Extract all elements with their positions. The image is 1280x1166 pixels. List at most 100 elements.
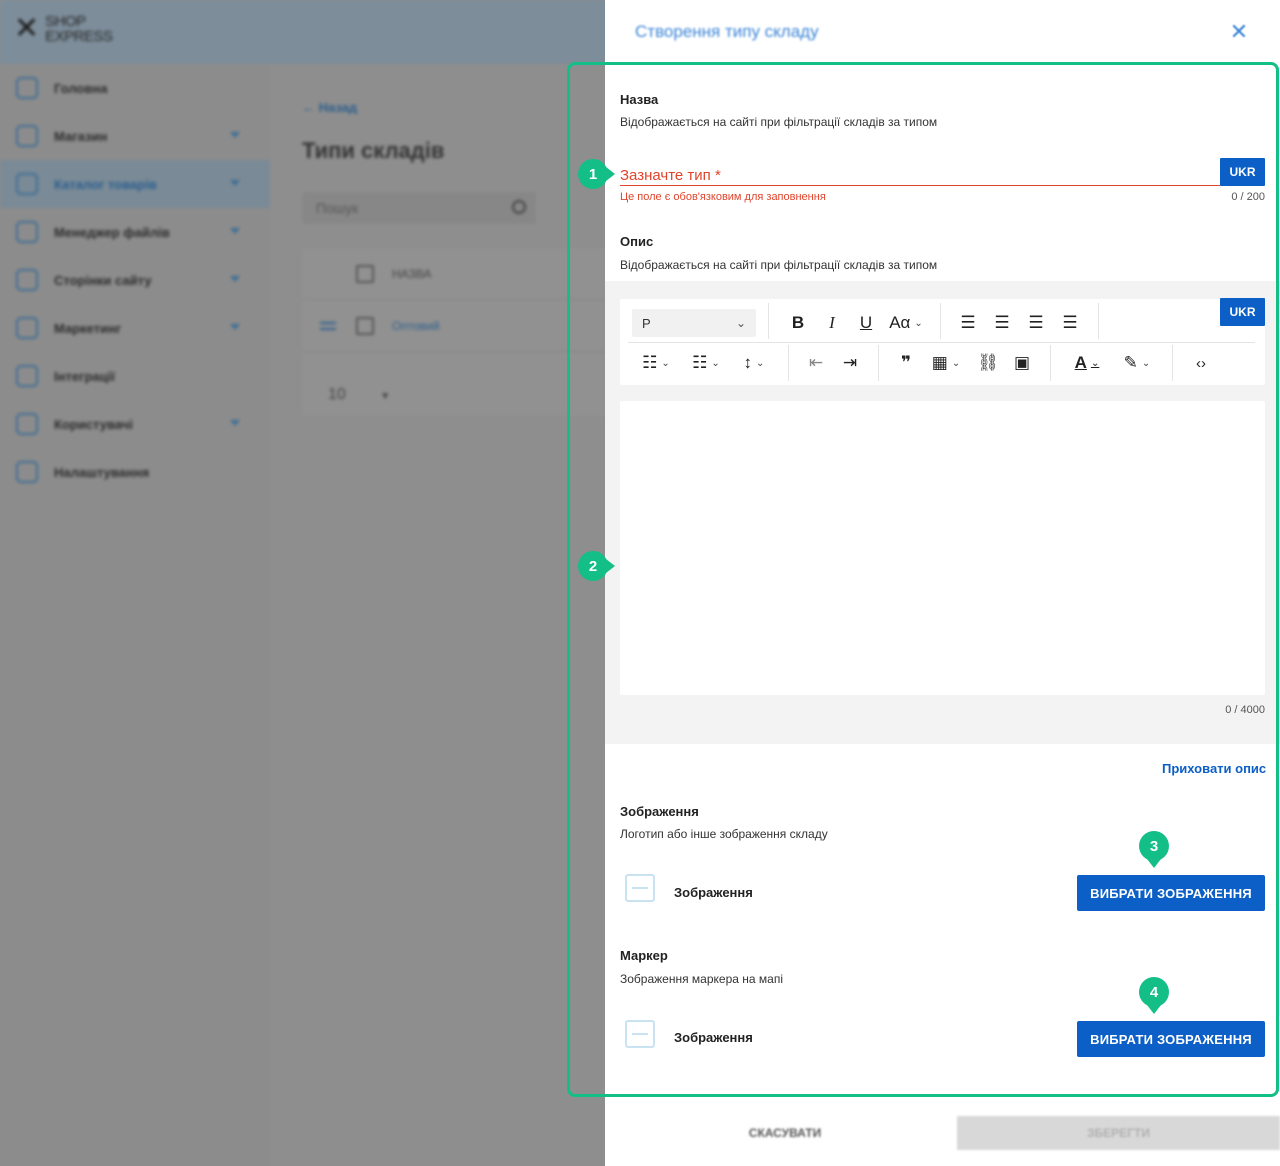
annotation-marker-4: 4 [1139,977,1169,1014]
chevron-down-icon: ⌄ [914,317,923,329]
bold-button[interactable]: B [786,309,810,337]
align-center-button[interactable]: ☰ [990,309,1014,337]
align-justify-icon: ☰ [1062,313,1078,332]
description-hint: Відображається на сайті при фільтрації с… [620,258,938,272]
image-label: Зображення [620,804,699,819]
sidebar-item-files[interactable]: Менеджер файлів [0,208,270,256]
underline-button[interactable]: U [854,309,878,337]
sidebar-item-users[interactable]: Користувачі [0,400,270,448]
sidebar-item-catalog[interactable]: Каталог товарів [0,160,270,208]
chevron-down-icon: ▼ [380,391,391,402]
italic-icon: I [829,313,835,332]
line-height-button[interactable]: ↕ ⌄ [734,349,774,377]
text-case-button[interactable]: Aα ⌄ [886,309,926,337]
drag-handle-icon[interactable] [320,321,336,330]
link-button[interactable]: ⛓ [976,349,1000,377]
align-right-icon: ☰ [1028,313,1044,332]
underline-icon: U [859,313,873,332]
description-label: Опис [620,234,654,249]
name-language-button[interactable]: UKR [1220,158,1265,186]
book-icon [16,173,38,195]
sidebar-item-store[interactable]: Магазин [0,112,270,160]
cancel-button[interactable]: СКАСУВАТИ [705,1116,865,1150]
marker-preview-label: Зображення [674,1030,753,1045]
logo: ✕ SHOP EXPRESS [14,14,113,45]
description-language-button[interactable]: UKR [1220,298,1265,326]
chevron-down-icon: ⌄ [661,357,670,369]
paragraph-style-select[interactable]: P ⌄ [632,309,756,337]
image-hint: Логотип або інше зображення складу [620,827,828,841]
select-all-checkbox[interactable] [356,264,374,283]
chevron-down-icon: ⌄ [951,357,961,369]
image-placeholder-icon [625,874,655,902]
font-color-button[interactable]: A ⌄ [1066,349,1108,377]
page-title: Типи складів [302,138,445,163]
cart-icon [16,125,38,147]
align-justify-button[interactable]: ☰ [1058,309,1082,337]
sidebar-item-integrations[interactable]: Інтеграції [0,352,270,400]
align-left-button[interactable]: ☰ [956,309,980,337]
sidebar-item-marketing[interactable]: Маркетинг [0,304,270,352]
sidebar-item-pages[interactable]: Сторінки сайту [0,256,270,304]
numbered-list-icon: ☷ [692,353,708,372]
save-button[interactable]: ЗБЕРЕГТИ [957,1116,1280,1150]
choose-image-button[interactable]: ВИБРАТИ ЗОБРАЖЕННЯ [1077,875,1265,911]
table-row[interactable]: Оптовий [302,300,622,352]
home-icon [16,77,38,99]
description-editor[interactable] [620,401,1265,695]
type-name-input[interactable] [620,160,1220,186]
italic-button[interactable]: I [820,309,844,337]
drawer-footer: СКАСУВАТИ ЗБЕРЕГТИ [605,1098,1280,1166]
table-button[interactable]: ▦ ⌄ [926,349,966,377]
blockquote-button[interactable]: ❞ [894,349,918,377]
chevron-down-icon: ⌄ [1090,357,1100,369]
bullet-list-icon: ☷ [642,353,658,372]
search-icon [512,200,526,214]
page-size-select[interactable]: 10 ▼ [328,386,390,404]
bold-icon: B [791,313,805,332]
sidebar-item-home[interactable]: Головна [0,64,270,112]
image-preview-label: Зображення [674,885,753,900]
chevron-down-icon [230,132,240,138]
sidebar: Головна Магазин Каталог товарів Менеджер… [0,64,270,1166]
table-header: НАЗВА [302,248,622,300]
outdent-button[interactable]: ⇤ [804,349,828,377]
name-label: Назва [620,92,659,107]
hide-description-link[interactable]: Приховати опис [1162,761,1266,776]
choose-marker-button[interactable]: ВИБРАТИ ЗОБРАЖЕННЯ [1077,1021,1265,1057]
marker-placeholder-icon [625,1020,655,1048]
tag-icon [16,317,38,339]
back-link[interactable]: ← Назад [302,100,357,115]
table-icon: ▦ [931,353,948,372]
annotation-marker-2: 2 [578,551,615,581]
annotation-marker-1: 1 [578,159,615,189]
chevron-down-icon [230,228,240,234]
marker-hint: Зображення маркера на мапі [620,972,783,986]
bullet-list-button[interactable]: ☷ ⌄ [636,349,676,377]
name-counter: 0 / 200 [1231,191,1265,203]
align-right-button[interactable]: ☰ [1024,309,1048,337]
chevron-down-icon [230,276,240,282]
highlight-color-button[interactable]: ✎ ⌄ [1116,349,1158,377]
chevron-down-icon: ⌄ [756,357,765,369]
editor-toolbar: P ⌄ B I U Aα ⌄ ☰ ☰ ☰ ☰ ☷ ⌄ ☷ ⌄ ↕ ⌄ ⇤ ⇥ ❞ ▦ ⌄ ⛓… [620,299,1265,385]
chevron-down-icon: ⌄ [1141,357,1151,369]
search-input[interactable]: Пошук [302,192,536,224]
chevron-down-icon [230,324,240,330]
source-code-button[interactable]: ‹› [1188,349,1214,377]
insert-image-button[interactable]: ▣ [1010,349,1034,377]
indent-button[interactable]: ⇥ [838,349,862,377]
highlighter-icon: ✎ [1123,353,1138,372]
close-button[interactable]: ✕ [1227,18,1251,46]
close-icon: ✕ [1229,19,1249,44]
quote-icon: ❞ [901,353,911,372]
sidebar-item-settings[interactable]: Налаштування [0,448,270,496]
numbered-list-button[interactable]: ☷ ⌄ [686,349,726,377]
gear-icon [16,461,38,483]
drawer-title: Створення типу складу [635,22,819,41]
megaphone-icon [16,365,38,387]
row-checkbox[interactable] [356,316,374,335]
outdent-icon: ⇤ [808,353,824,372]
chevron-down-icon: ⌄ [711,357,720,369]
name-error: Це поле є обов'язковим для заповнення [620,191,826,203]
